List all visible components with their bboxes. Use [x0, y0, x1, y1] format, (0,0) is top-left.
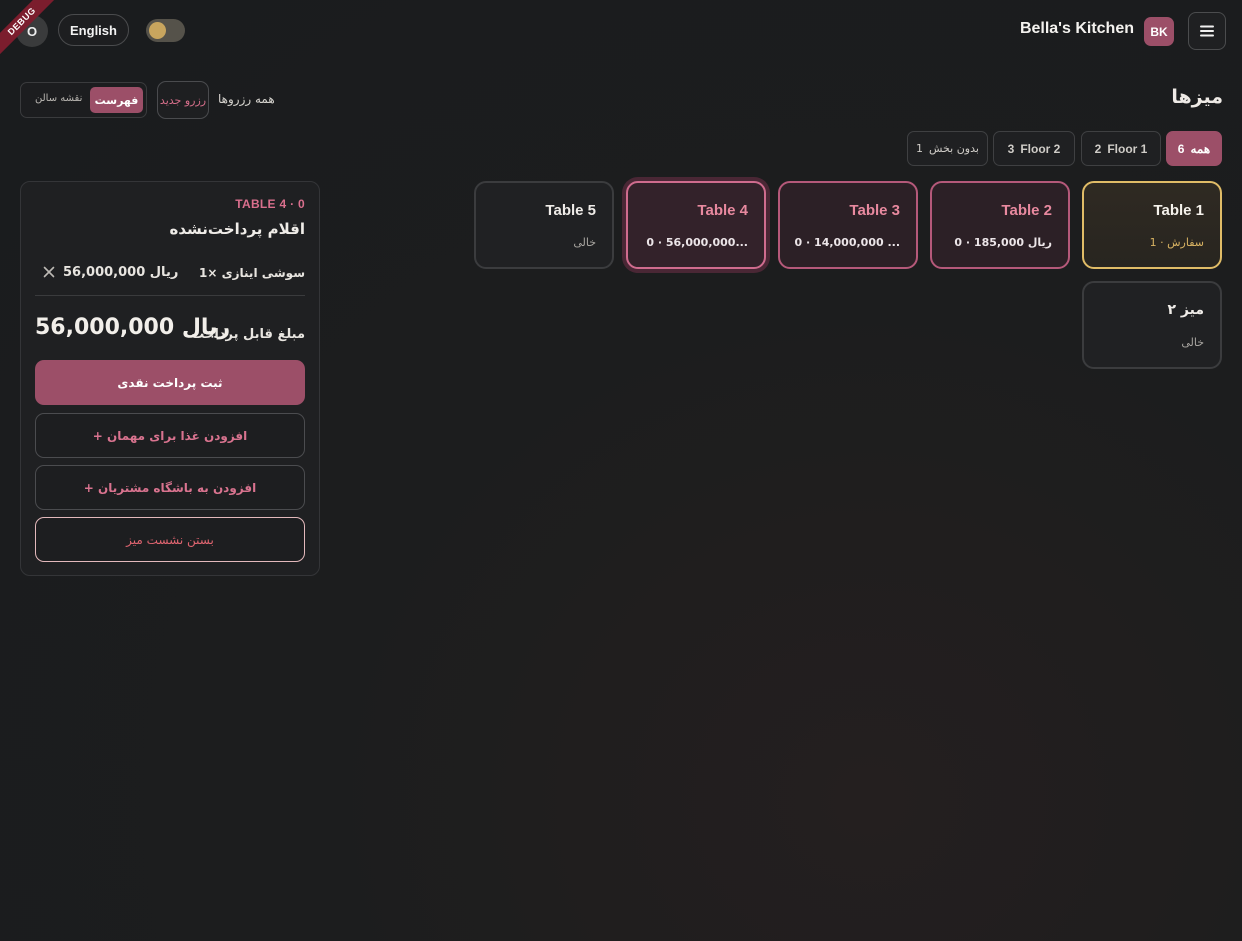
hamburger-icon [1200, 25, 1214, 37]
chip-label: همه [1190, 141, 1211, 156]
table-card-1[interactable]: Table 1 1 · سفارش [1082, 181, 1222, 269]
table-name: Table 5 [545, 202, 596, 219]
table-card-2[interactable]: Table 2 0 · 185,000 ریال [930, 181, 1070, 269]
table-card-6[interactable]: میز ۲ خالی [1082, 281, 1222, 369]
table-name: Table 3 [849, 202, 900, 219]
chip-count: 3 [1007, 141, 1015, 156]
theme-toggle[interactable] [146, 19, 185, 42]
table-card-4[interactable]: Table 4 0 · 56,000,000... [626, 181, 766, 269]
chip-label: بدون بخش [929, 142, 979, 155]
menu-button[interactable] [1188, 12, 1226, 50]
table-status: 0 · 185,000 ریال [954, 236, 1052, 249]
table-name: Table 4 [697, 202, 748, 219]
page-title: میزها [1171, 86, 1223, 108]
panel-title: اقلام پرداخت‌نشده [169, 220, 305, 238]
table-status: 0 · 14,000,000 ... [794, 236, 900, 249]
table-status: 1 · سفارش [1149, 236, 1204, 249]
new-reservation-button[interactable]: رزرو جدید [157, 81, 209, 119]
filter-chip-no-section[interactable]: 1 بدون بخش [907, 131, 988, 166]
table-name: Table 1 [1153, 202, 1204, 219]
panel-table-tag: TABLE 4 · 0 [235, 197, 305, 211]
remove-item-button[interactable] [43, 264, 55, 282]
view-switch: نقشه سالن فهرست [20, 82, 147, 118]
language-button[interactable]: English [58, 14, 129, 46]
amount-due-value: 56,000,000 ریال [35, 315, 231, 340]
table-status: خالی [1181, 336, 1204, 349]
close-icon [43, 266, 55, 278]
filter-chip-all[interactable]: 6 همه [1166, 131, 1222, 166]
filter-chip-floor2[interactable]: 3 Floor 2 [993, 131, 1075, 166]
chip-count: 1 [916, 142, 924, 155]
restaurant-name: Bella's Kitchen [1019, 20, 1134, 37]
chip-label: Floor 2 [1020, 141, 1061, 156]
table-card-5[interactable]: Table 5 خالی [474, 181, 614, 269]
table-name: Table 2 [1001, 202, 1052, 219]
table-name: میز ۲ [1167, 302, 1204, 318]
table-card-3[interactable]: Table 3 0 · 14,000,000 ... [778, 181, 918, 269]
table-status: خالی [573, 236, 596, 249]
all-reservations-link[interactable]: همه رزروها [218, 92, 275, 106]
chip-label: Floor 1 [1107, 141, 1148, 156]
close-table-session-button[interactable]: بستن نشست میز [35, 517, 305, 562]
top-bar: DEBUG O English Bella's Kitchen BK [0, 0, 1242, 62]
order-item-price: 56,000,000 ریال [63, 265, 179, 280]
filter-chip-floor1[interactable]: 2 Floor 1 [1081, 131, 1161, 166]
chip-count: 2 [1094, 141, 1102, 156]
view-list-tab[interactable]: فهرست [90, 87, 143, 113]
restaurant-badge: BK [1144, 17, 1174, 46]
divider [35, 295, 305, 296]
chip-count: 6 [1177, 141, 1185, 156]
add-guest-food-button[interactable]: + افزودن غذا برای مهمان [35, 413, 305, 458]
toggle-knob [149, 22, 166, 39]
cash-payment-button[interactable]: ثبت پرداخت نقدی [35, 360, 305, 405]
add-to-club-button[interactable]: + افزودن به باشگاه مشتریان [35, 465, 305, 510]
view-map-tab[interactable]: نقشه سالن [35, 93, 82, 104]
table-detail-panel: TABLE 4 · 0 اقلام پرداخت‌نشده 1× سوشی ای… [20, 181, 320, 576]
order-item-name: 1× سوشی اینازی [199, 266, 305, 280]
table-status: 0 · 56,000,000... [646, 236, 748, 249]
